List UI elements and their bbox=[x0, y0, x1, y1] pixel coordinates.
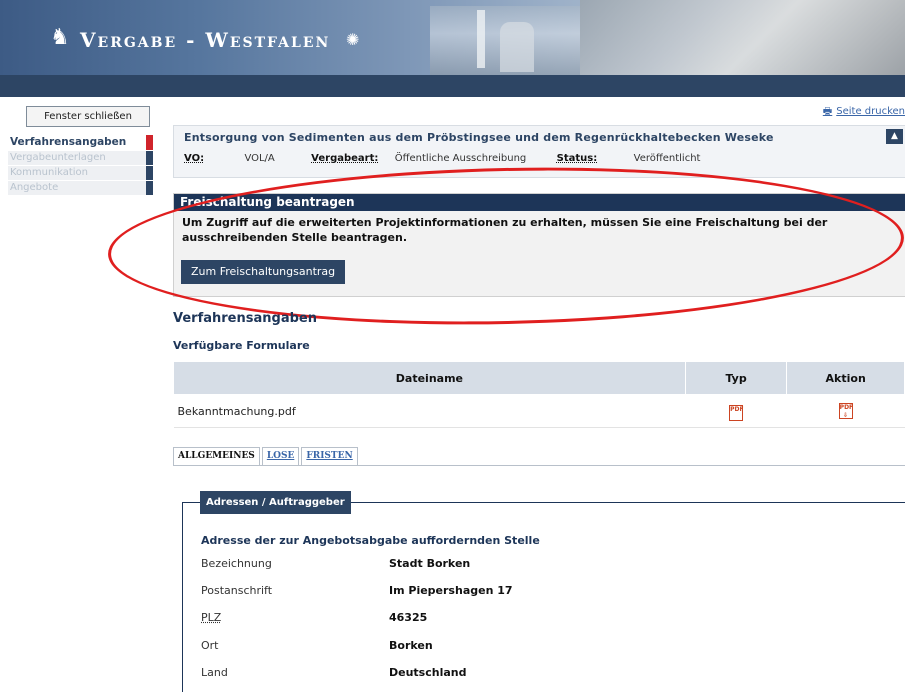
sidebar-item-angebote[interactable]: Angebote bbox=[8, 181, 153, 195]
collapse-button[interactable]: ▲ bbox=[886, 129, 903, 144]
tab-allgemeines[interactable]: ALLGEMEINES bbox=[173, 447, 260, 466]
sidebar-item-kommunikation[interactable]: Kommunikation bbox=[8, 166, 153, 180]
section-title: Verfahrensangaben bbox=[173, 311, 317, 326]
project-summary: Entsorgung von Sedimenten aus dem Pröbst… bbox=[173, 125, 905, 178]
file-name-cell: Bekanntmachung.pdf bbox=[173, 394, 686, 428]
star-emblem-icon: ✺ bbox=[346, 30, 360, 49]
sidebar-item-vergabeunterlagen[interactable]: Vergabeunterlagen bbox=[8, 151, 153, 165]
project-meta: VO: VOL/A Vergabeart: Öffentliche Aussch… bbox=[184, 153, 700, 164]
unlock-request-button[interactable]: Zum Freischaltungsantrag bbox=[181, 260, 346, 284]
forms-table: Dateiname Typ Aktion Bekanntmachung.pdf … bbox=[173, 361, 905, 428]
address-value-bezeichnung: Stadt Borken bbox=[389, 557, 471, 570]
sidebar-item-verfahrensangaben[interactable]: Verfahrensangaben bbox=[8, 135, 153, 150]
unlock-request-panel: Freischaltung beantragen Um Zugriff auf … bbox=[173, 193, 905, 297]
address-fieldset bbox=[182, 502, 905, 692]
file-action-cell: PDF ⇩ bbox=[786, 394, 905, 428]
header-photo-office bbox=[580, 0, 905, 75]
tab-fristen[interactable]: FRISTEN bbox=[301, 447, 358, 466]
forms-title: Verfügbare Formulare bbox=[173, 339, 310, 352]
status-value: Veröffentlicht bbox=[633, 153, 701, 164]
col-header-typ: Typ bbox=[684, 361, 788, 395]
unlock-title: Freischaltung beantragen bbox=[174, 194, 905, 211]
address-legend: Adressen / Auftraggeber bbox=[200, 491, 351, 514]
vergabeart-value: Öffentliche Ausschreibung bbox=[394, 153, 527, 164]
print-link-label: Seite drucken bbox=[836, 106, 905, 117]
tab-lose[interactable]: LOSE bbox=[261, 447, 300, 466]
address-value-ort: Borken bbox=[389, 639, 433, 652]
address-title: Adresse der zur Angebotsabgabe aufforder… bbox=[201, 534, 540, 547]
address-value-postanschrift: Im Piepershagen 17 bbox=[389, 584, 513, 597]
address-value-plz: 46325 bbox=[389, 611, 428, 624]
pdf-download-icon[interactable]: PDF ⇩ bbox=[838, 402, 853, 419]
file-type-cell: PDF bbox=[685, 394, 787, 428]
printer-icon: 🖶 bbox=[822, 106, 833, 117]
col-header-aktion: Aktion bbox=[786, 361, 905, 395]
top-navbar bbox=[0, 75, 905, 97]
pdf-icon: PDF bbox=[729, 405, 744, 421]
site-header: ♞ Vergabe - Westfalen ✺ bbox=[0, 0, 905, 75]
unlock-text: Um Zugriff auf die erweiterten Projektin… bbox=[182, 216, 828, 244]
col-header-dateiname: Dateiname bbox=[173, 361, 686, 395]
detail-tabs: ALLGEMEINES LOSE FRISTEN bbox=[173, 447, 360, 466]
address-label-postanschrift: Postanschrift bbox=[201, 584, 273, 597]
chevron-up-icon: ▲ bbox=[891, 131, 898, 141]
table-header-row: Dateiname Typ Aktion bbox=[173, 361, 905, 395]
status-label: Status: bbox=[556, 153, 598, 164]
tab-divider bbox=[173, 465, 905, 466]
print-page-link[interactable]: 🖶 Seite drucken bbox=[823, 104, 905, 121]
sidebar: Fenster schließen Verfahrensangaben Verg… bbox=[8, 106, 153, 195]
header-tv-tower bbox=[477, 10, 485, 68]
table-row: Bekanntmachung.pdf PDF PDF ⇩ bbox=[173, 394, 905, 428]
close-window-button[interactable]: Fenster schließen bbox=[26, 106, 150, 127]
address-value-land: Deutschland bbox=[389, 666, 467, 679]
address-label-bezeichnung: Bezeichnung bbox=[201, 557, 272, 570]
header-building bbox=[500, 22, 534, 72]
address-label-land: Land bbox=[201, 666, 228, 679]
address-label-ort: Ort bbox=[201, 639, 219, 652]
project-title: Entsorgung von Sedimenten aus dem Pröbst… bbox=[184, 131, 774, 144]
site-logo-text: Vergabe - Westfalen bbox=[80, 28, 331, 52]
vo-value: VOL/A bbox=[244, 153, 275, 164]
vo-label: VO: bbox=[184, 153, 205, 164]
horse-emblem-icon: ♞ bbox=[50, 25, 70, 50]
address-label-plz: PLZ bbox=[201, 611, 222, 624]
vergabeart-label: Vergabeart: bbox=[311, 153, 379, 164]
